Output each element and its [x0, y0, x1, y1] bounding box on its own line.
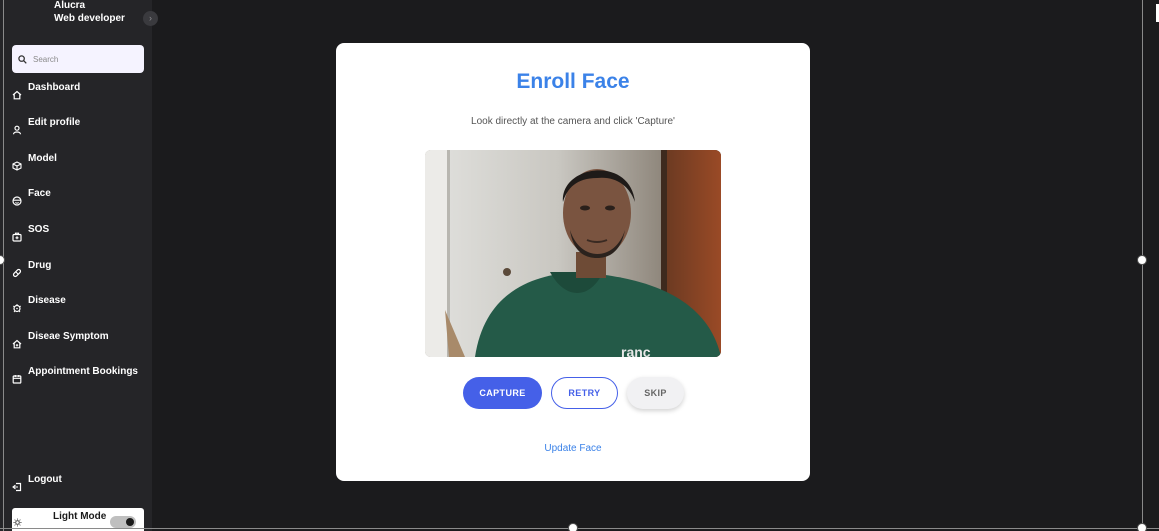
sidebar-item-edit-profile[interactable]: Edit profile: [0, 115, 152, 145]
retry-button[interactable]: RETRY: [551, 377, 618, 409]
sidebar-item-label: Edit profile: [28, 117, 81, 128]
search-icon: [18, 54, 27, 64]
sidebar-item-disease[interactable]: Disease: [0, 293, 152, 323]
sidebar-item-dashboard[interactable]: Dashboard: [0, 80, 152, 110]
home-icon: [12, 90, 22, 100]
sidebar-collapse-button[interactable]: ›: [143, 11, 158, 26]
camera-feed-image: ranc: [425, 150, 721, 357]
virus-icon: [12, 303, 22, 313]
skip-button[interactable]: SKIP: [627, 377, 684, 409]
sidebar-item-appointment-bookings[interactable]: Appointment Bookings: [0, 364, 152, 394]
logout-label: Logout: [28, 474, 62, 485]
sidebar-item-label: Drug: [28, 260, 52, 271]
user-role: Web developer: [54, 13, 125, 24]
face-icon: [12, 196, 22, 206]
sidebar-item-label: Diseae Symptom: [28, 331, 109, 342]
logout-button[interactable]: Logout: [0, 472, 152, 502]
user-icon: [12, 125, 22, 135]
sidebar-item-label: SOS: [28, 224, 50, 235]
resize-handle-right[interactable]: [1137, 255, 1147, 265]
sidebar-item-label: Appointment Bookings: [28, 366, 138, 377]
search-box[interactable]: [12, 45, 144, 73]
sidebar-item-drug[interactable]: Drug: [0, 258, 152, 288]
sidebar: Alucra Web developer Dashboard Edit prof…: [0, 0, 152, 531]
user-name: Alucra: [54, 0, 86, 11]
chevron-right-icon: ›: [149, 13, 152, 23]
update-face-link[interactable]: Update Face: [336, 443, 810, 454]
camera-preview: ranc: [425, 150, 721, 357]
theme-mode-label: Light Mode: [53, 511, 107, 522]
sidebar-item-face[interactable]: Face: [0, 186, 152, 216]
calendar-icon: [12, 374, 22, 384]
sidebar-item-label: Dashboard: [28, 82, 81, 93]
theme-toggle[interactable]: [110, 516, 136, 528]
cube-icon: [12, 161, 22, 171]
enroll-face-card: Enroll Face Look directly at the camera …: [336, 43, 810, 481]
search-input[interactable]: [33, 54, 133, 64]
sun-icon: [13, 518, 22, 527]
capture-button[interactable]: CAPTURE: [463, 377, 542, 409]
sidebar-item-label: Face: [28, 188, 51, 199]
page-title: Enroll Face: [516, 70, 630, 93]
symptom-icon: [12, 339, 22, 349]
sidebar-item-model[interactable]: Model: [0, 151, 152, 181]
resize-handle-corner[interactable]: [1137, 523, 1147, 531]
app-page: Alucra Web developer Dashboard Edit prof…: [0, 0, 1159, 531]
toggle-knob: [126, 518, 134, 526]
pill-icon: [12, 268, 22, 278]
sidebar-item-disease-symptom[interactable]: Diseae Symptom: [0, 329, 152, 359]
sidebar-item-label: Model: [28, 153, 57, 164]
frame-line-left: [3, 0, 4, 531]
logout-icon: [12, 482, 22, 492]
sos-icon: [12, 232, 22, 242]
svg-text:ranc: ranc: [621, 344, 651, 357]
resize-handle-bottom[interactable]: [568, 523, 578, 531]
frame-line-right: [1142, 0, 1143, 531]
instruction-text: Look directly at the camera and click 'C…: [471, 116, 675, 127]
sidebar-item-label: Disease: [28, 295, 66, 306]
sidebar-item-sos[interactable]: SOS: [0, 222, 152, 252]
frame-line-bottom: [0, 528, 1159, 529]
